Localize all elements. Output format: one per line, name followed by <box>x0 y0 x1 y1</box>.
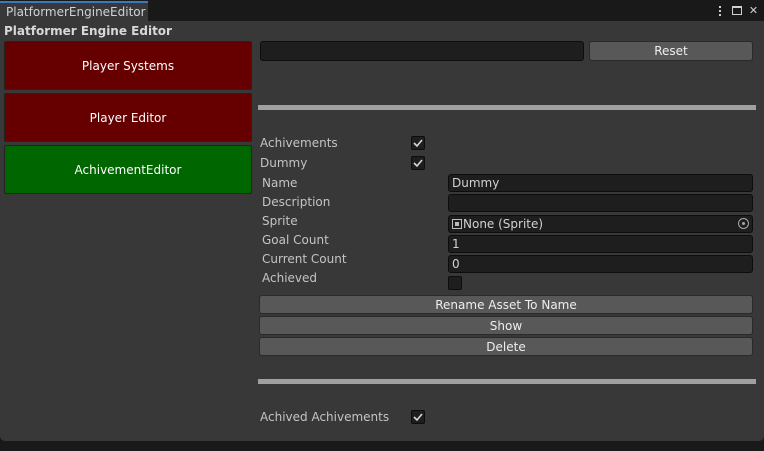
sidebar-item-label: AchivementEditor <box>74 162 182 177</box>
tab-platformer-engine-editor[interactable]: PlatformerEngineEditor <box>0 1 148 22</box>
description-label: Description <box>262 195 331 209</box>
current-count-row: Current Count 0 <box>258 250 756 273</box>
achieved-achievements-row: Achived Achivements <box>258 408 756 426</box>
sidebar-item-label: Player Systems <box>81 58 175 73</box>
achieved-achievements-checkbox[interactable] <box>411 410 425 424</box>
achievements-label: Achivements <box>260 136 338 150</box>
sprite-label: Sprite <box>262 214 298 228</box>
sidebar-item-achivement-editor[interactable]: AchivementEditor <box>4 145 252 194</box>
show-button[interactable]: Show <box>259 316 753 335</box>
achieved-label: Achieved <box>262 271 318 285</box>
editor-window: PlatformerEngineEditor ✕ Platformer Engi… <box>0 0 764 451</box>
goal-count-row: Goal Count 1 <box>258 231 756 253</box>
maximize-icon[interactable] <box>730 4 743 18</box>
divider <box>258 379 756 384</box>
more-options-icon[interactable] <box>713 4 726 18</box>
checkmark-icon <box>413 413 423 422</box>
toolbar: Reset <box>258 41 756 61</box>
current-count-label: Current Count <box>262 252 347 266</box>
name-label: Name <box>262 176 298 190</box>
name-field[interactable]: Dummy <box>448 174 753 192</box>
sprite-icon <box>452 219 462 229</box>
achieved-checkbox[interactable] <box>448 276 462 290</box>
reset-button[interactable]: Reset <box>589 41 753 61</box>
achievements-checkbox[interactable] <box>411 136 425 150</box>
sidebar-item-label: Player Editor <box>89 110 167 125</box>
name-row: Name Dummy <box>258 174 756 192</box>
delete-button[interactable]: Delete <box>259 337 753 356</box>
path-input[interactable] <box>260 41 584 61</box>
achievements-toggle-row: Achivements <box>258 134 756 152</box>
achievement-item-label: Dummy <box>260 156 308 170</box>
window-controls: ✕ <box>713 2 760 19</box>
sidebar: Player Systems Player Editor AchivementE… <box>4 41 252 197</box>
sprite-value: None (Sprite) <box>463 217 544 231</box>
achieved-row: Achieved <box>258 269 756 290</box>
achievement-item-row: Dummy <box>258 154 756 172</box>
checkmark-icon <box>413 139 423 148</box>
achievement-item-checkbox[interactable] <box>411 156 425 170</box>
sprite-row: Sprite None (Sprite) <box>258 212 756 233</box>
sidebar-item-player-systems[interactable]: Player Systems <box>4 41 252 90</box>
editor-content: Platformer Engine Editor Player Systems … <box>0 21 764 441</box>
object-picker-icon[interactable] <box>738 218 749 229</box>
close-icon[interactable]: ✕ <box>747 4 760 18</box>
rename-asset-button[interactable]: Rename Asset To Name <box>259 295 753 314</box>
achieved-achievements-label: Achived Achivements <box>260 410 390 424</box>
description-row: Description <box>258 193 756 212</box>
divider <box>258 105 756 110</box>
checkmark-icon <box>413 159 423 168</box>
page-title: Platformer Engine Editor <box>4 24 172 38</box>
sidebar-item-player-editor[interactable]: Player Editor <box>4 93 252 142</box>
description-field[interactable] <box>448 194 753 212</box>
goal-count-label: Goal Count <box>262 233 329 247</box>
tab-bar: PlatformerEngineEditor ✕ <box>0 0 764 22</box>
